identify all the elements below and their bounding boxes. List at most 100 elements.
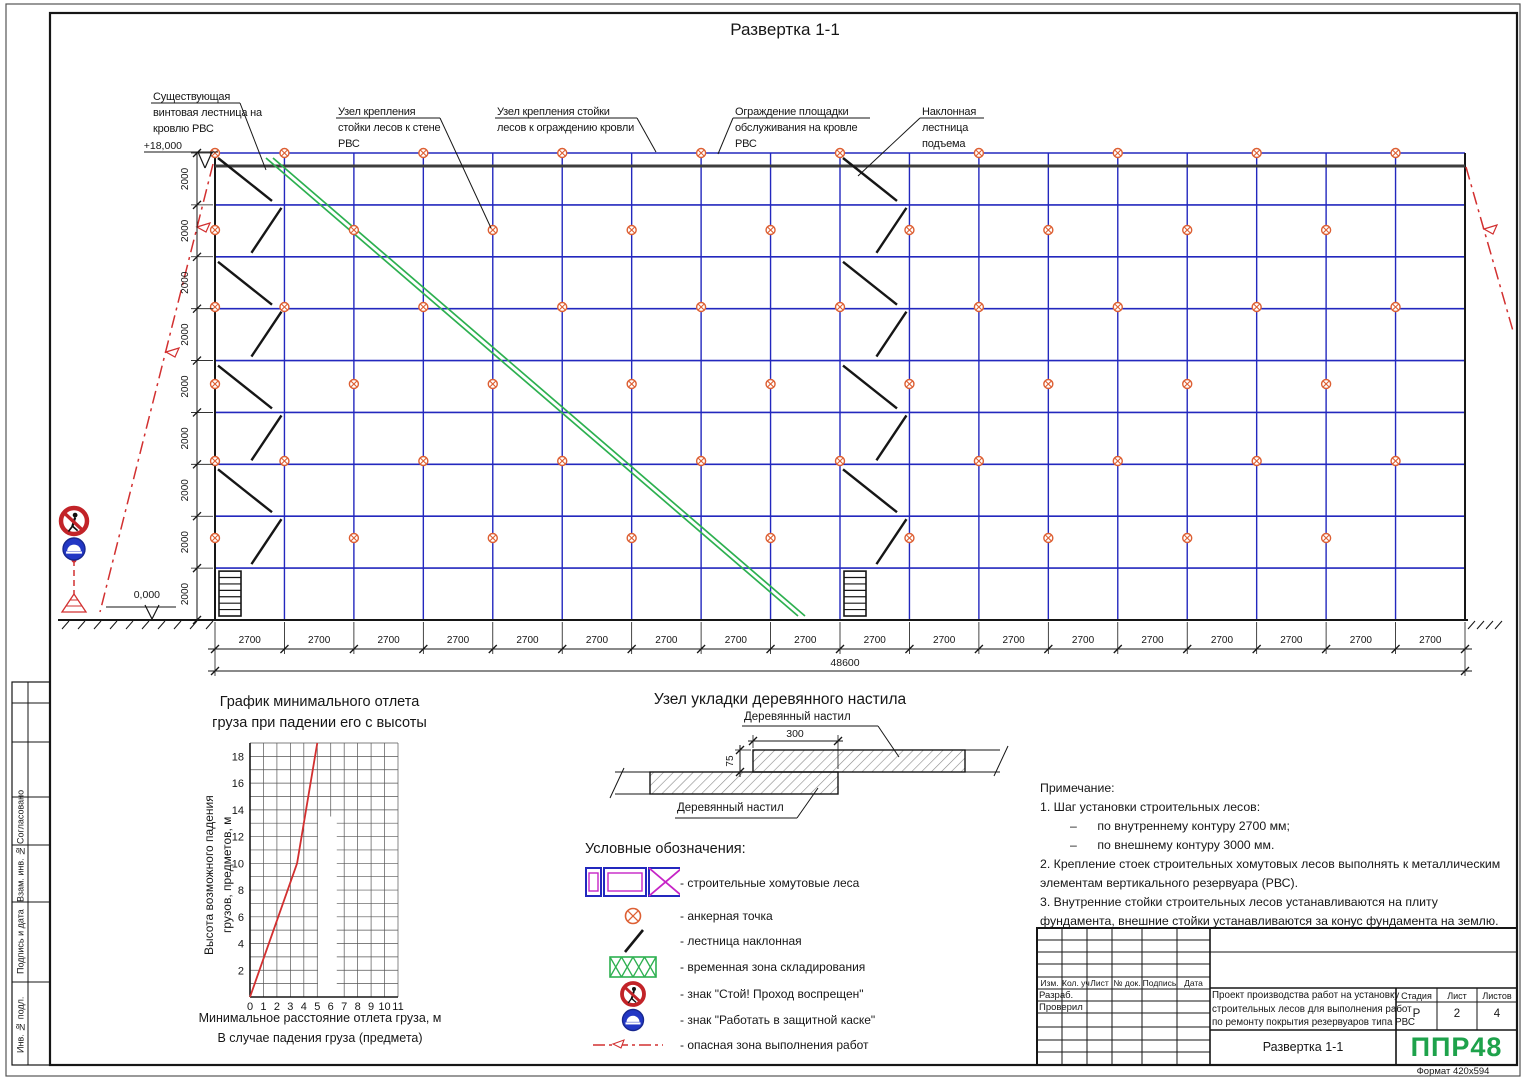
legend-item: - знак "Стой! Проход воспрещен"	[585, 980, 864, 1008]
svg-text:2000: 2000	[180, 582, 191, 605]
tb-sheet-title: Развертка 1-1	[1210, 1040, 1396, 1054]
deck-detail-title: Узел укладки деревянного настила	[645, 691, 915, 709]
tb-stage-val: Р	[1396, 1008, 1437, 1020]
legend-item-label: - знак "Работать в защитной каске"	[680, 1013, 875, 1027]
chart-title-line1: График минимального отлета	[182, 694, 457, 710]
svg-text:2700: 2700	[655, 635, 678, 646]
tb-stage-col: Стадия	[1396, 991, 1437, 1001]
fall-distance-chart: 2468101214161801234567891011	[232, 743, 404, 1013]
ground-line	[58, 620, 1502, 629]
callout-4: Ограждение площадкиобслуживания на кровл…	[735, 104, 857, 152]
note-line: 1. Шаг установки строительных лесов:	[1040, 798, 1500, 817]
note-line: фундамента, внешние стойки устанавливают…	[1040, 912, 1500, 931]
deck-top-label: Деревянный настил	[744, 711, 851, 723]
legend-item-label: - лестница наклонная	[680, 934, 802, 948]
legend-item: - временная зона складирования	[585, 954, 865, 980]
helmet-sign-icon	[585, 1006, 680, 1034]
note-line: 3. Внутренние стойки строительных лесов …	[1040, 893, 1500, 912]
tb-header-col: Лист	[1087, 978, 1112, 988]
svg-text:2700: 2700	[586, 635, 609, 646]
legend-item: - опасная зона выполнения работ	[585, 1032, 868, 1058]
tb-project-line: строительных лесов для выполнения работ	[1212, 1004, 1394, 1015]
tb-project-line: по ремонту покрытия резервуаров типа РВС	[1212, 1017, 1394, 1028]
chart-ylabel-line2: грузов, предметов, м	[219, 750, 235, 1000]
svg-text:2000: 2000	[180, 427, 191, 450]
svg-text:2000: 2000	[180, 375, 191, 398]
svg-text:2700: 2700	[516, 635, 539, 646]
svg-text:0,000: 0,000	[134, 589, 160, 601]
storage-zone-icon	[585, 954, 680, 980]
svg-text:2700: 2700	[1002, 635, 1025, 646]
callout-2: Узел креплениястойки лесов к стенеРВС	[338, 104, 440, 152]
danger-zone-line-icon	[585, 1032, 680, 1058]
callout-1: Существующаявинтовая лестница накровлю Р…	[153, 89, 262, 137]
anchor-points	[211, 149, 1401, 543]
svg-text:2700: 2700	[725, 635, 748, 646]
svg-text:2700: 2700	[1350, 635, 1373, 646]
tb-header-col: Кол. уч	[1062, 978, 1087, 988]
dimensions: 2000200020002000200020002000200020002700…	[106, 140, 1472, 676]
notes: Примечание:1. Шаг установки строительных…	[1040, 779, 1500, 931]
svg-text:48600: 48600	[830, 657, 859, 669]
tb-stage-val: 4	[1477, 1008, 1517, 1020]
scaffold-grid	[215, 153, 1465, 620]
svg-text:2000: 2000	[180, 219, 191, 242]
svg-text:6: 6	[238, 912, 244, 924]
svg-text:2700: 2700	[447, 635, 470, 646]
svg-text:2700: 2700	[239, 635, 262, 646]
tb-header-col: Изм.	[1037, 978, 1062, 988]
svg-text:2700: 2700	[377, 635, 400, 646]
note-line: – по внутреннему контуру 2700 мм;	[1040, 817, 1500, 836]
legend-item: - лестница наклонная	[585, 928, 802, 954]
chart-title-line2: груза при падении его с высоты	[182, 715, 457, 731]
note-line: 2. Крепление стоек строительных хомутовы…	[1040, 855, 1500, 874]
chart-ylabel-line1: Высота возможного падения	[201, 750, 217, 1000]
no-entry-sign-icon	[585, 980, 680, 1008]
format-label: Формат 420х594	[1392, 1066, 1514, 1077]
callout-3: Узел крепления стойкилесов к ограждению …	[497, 104, 634, 136]
legend-item-label: - строительные хомутовые леса	[680, 876, 859, 890]
danger-zone-lines	[62, 164, 1513, 612]
svg-text:2000: 2000	[180, 167, 191, 190]
svg-text:2700: 2700	[1211, 635, 1234, 646]
svg-text:2700: 2700	[1419, 635, 1442, 646]
chart-xlabel2: В случае падения груза (предмета)	[180, 1031, 460, 1045]
drawing-sheet: 2000200020002000200020002000200020002700…	[0, 0, 1527, 1080]
tb-logo: ППР48	[1396, 1032, 1517, 1063]
svg-text:75: 75	[725, 755, 736, 767]
svg-text:+18,000: +18,000	[144, 140, 182, 152]
tb-header-col: № док.	[1112, 978, 1142, 988]
svg-text:2700: 2700	[933, 635, 956, 646]
svg-text:2700: 2700	[794, 635, 817, 646]
svg-text:2700: 2700	[1141, 635, 1164, 646]
svg-text:2000: 2000	[180, 531, 191, 554]
scaffold-icon	[585, 866, 680, 900]
legend-title: Условные обозначения:	[585, 841, 746, 857]
notes-title: Примечание:	[1040, 779, 1500, 798]
tb-role-row: Разраб.	[1039, 990, 1073, 1001]
deck-bottom-label: Деревянный настил	[677, 802, 784, 814]
frame-label-1: Согласовано	[12, 788, 29, 845]
note-line: элементам вертикального резервуара (РВС)…	[1040, 874, 1500, 893]
tb-stage-col: Лист	[1437, 991, 1477, 1001]
frame-label-4: Инв. № подл.	[12, 984, 29, 1065]
safety-signs	[61, 508, 87, 560]
frame-label-3: Подпись и дата	[12, 902, 29, 982]
anchor-point-icon	[585, 902, 680, 930]
frame-label-2: Взам. инв. №	[12, 845, 29, 902]
tb-stage-val: 2	[1437, 1008, 1477, 1020]
legend-item-label: - анкерная точка	[680, 909, 773, 923]
legend-item: - строительные хомутовые леса	[585, 866, 859, 900]
legend-item-label: - знак "Стой! Проход воспрещен"	[680, 987, 864, 1001]
tb-header-col: Дата	[1177, 978, 1210, 988]
svg-text:2700: 2700	[308, 635, 331, 646]
chart-xlabel: Минимальное расстояние отлета груза, м	[180, 1011, 460, 1025]
svg-text:300: 300	[786, 728, 804, 740]
svg-text:2700: 2700	[1072, 635, 1095, 646]
spiral-staircase-line	[266, 158, 805, 616]
svg-text:2700: 2700	[1280, 635, 1303, 646]
tb-stage-col: Листов	[1477, 991, 1517, 1001]
tb-header-col: Подпись	[1142, 978, 1177, 988]
svg-text:8: 8	[238, 885, 244, 897]
legend-item: - знак "Работать в защитной каске"	[585, 1006, 875, 1034]
